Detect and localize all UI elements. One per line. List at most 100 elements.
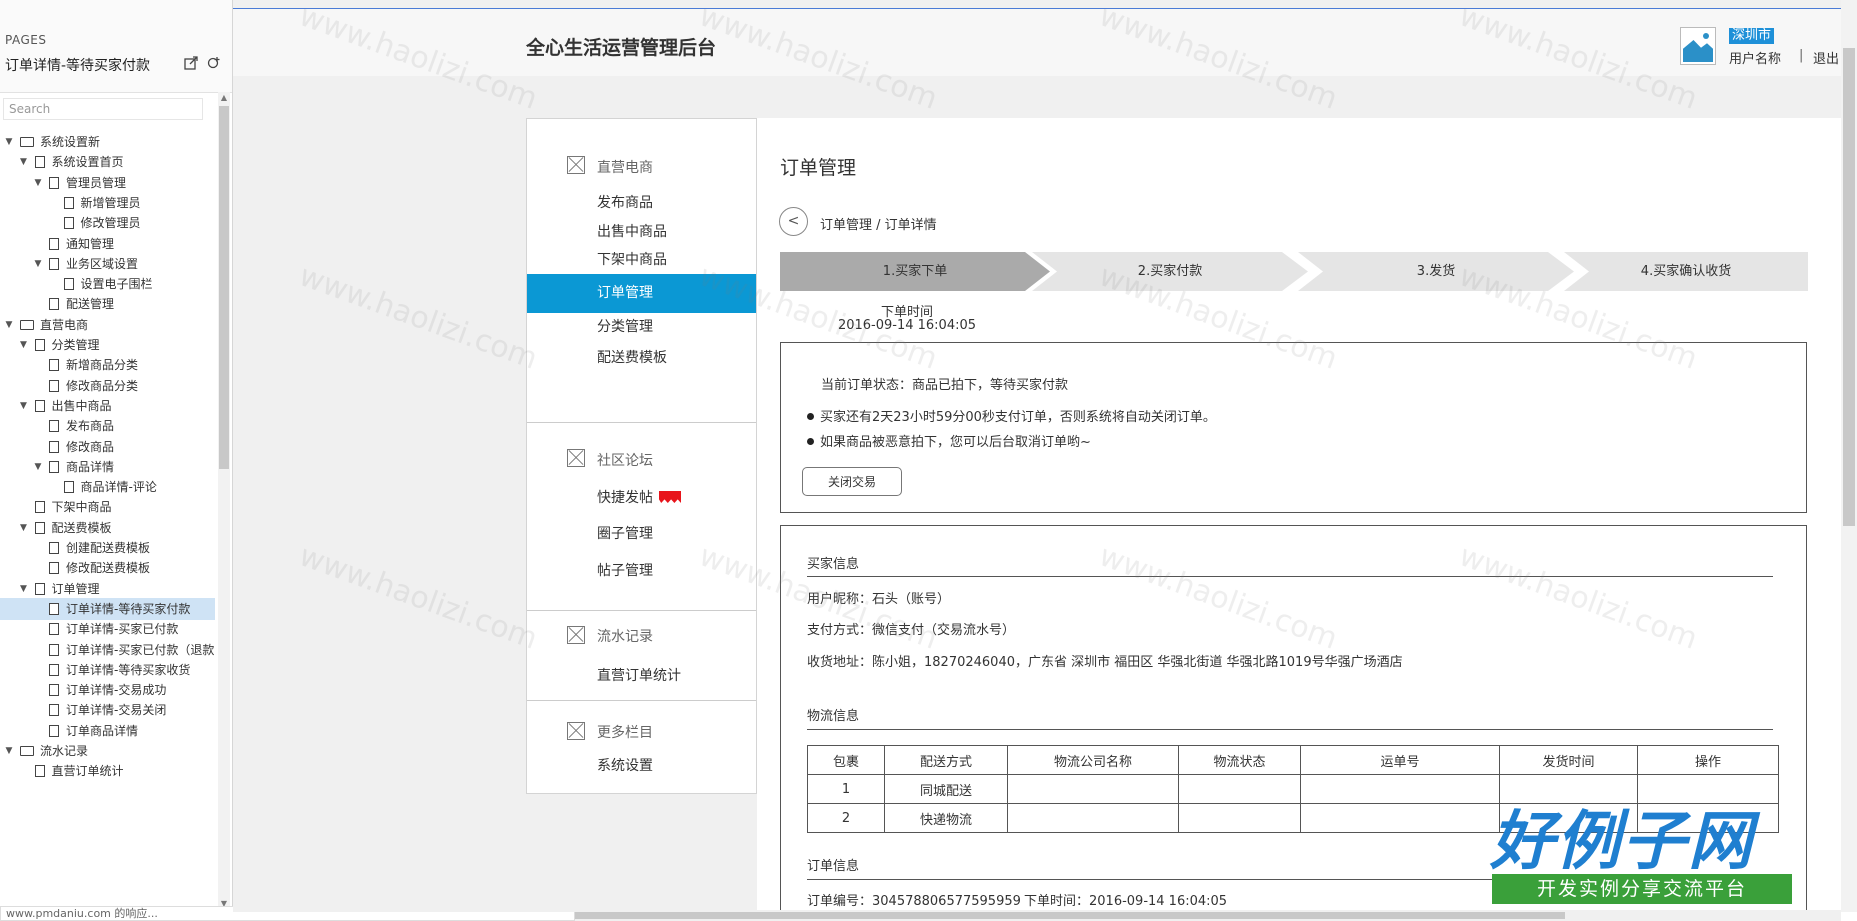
tree-page[interactable]: ▼ 出售中商品: [0, 395, 215, 417]
tree-page[interactable]: 直营订单统计: [0, 760, 215, 782]
main-vertical-scrollbar[interactable]: [1841, 0, 1857, 912]
tree-page[interactable]: 订单详情-买家已付款（退款: [0, 639, 215, 661]
tree-page[interactable]: 配送管理: [0, 293, 215, 315]
add-page-icon[interactable]: [207, 56, 221, 70]
logistics-table: 包裹 配送方式 物流公司名称 物流状态 运单号 发货时间 操作 1 同城配送 2…: [807, 745, 1779, 833]
table-cell: [1499, 803, 1638, 833]
tree-scroll-thumb[interactable]: [219, 106, 229, 469]
expand-toggle-icon[interactable]: ▼: [19, 151, 29, 173]
image-placeholder-icon: [567, 722, 585, 740]
tree-page[interactable]: 订单商品详情: [0, 720, 215, 742]
tree-item-label: 订单详情-买家已付款（退款: [66, 642, 215, 657]
tree-item-label: 直营电商: [40, 317, 89, 332]
scroll-up-icon[interactable]: ▲: [218, 92, 230, 104]
order-status-text: 当前订单状态：商品已拍下，等待买家付款: [821, 378, 1069, 393]
table-header-row: 包裹 配送方式 物流公司名称 物流状态 运单号 发货时间 操作: [807, 745, 1779, 775]
tree-page[interactable]: ▼ 管理员管理: [0, 172, 215, 194]
tree-item-label: 流水记录: [40, 744, 89, 758]
tree-item-label: 下架中商品: [51, 500, 112, 515]
tree-page[interactable]: 订单详情-交易成功: [0, 679, 215, 701]
breadcrumb: 订单管理 / 订单详情: [820, 218, 937, 233]
nav-item-off-shelf[interactable]: 下架中商品: [597, 249, 667, 269]
tree-page[interactable]: ▼ 订单管理: [0, 578, 215, 600]
tree-folder[interactable]: ▼ 直营电商: [0, 314, 215, 336]
nav-item-quick-post[interactable]: 快捷发帖: [597, 487, 681, 507]
tree-item-label: 商品详情-评论: [80, 480, 157, 495]
horizontal-scroll-thumb[interactable]: [575, 912, 1565, 919]
tree-page[interactable]: 新增管理员: [0, 192, 215, 214]
page-icon: [34, 501, 45, 514]
tree-scrollbar[interactable]: ▲ ▼: [218, 92, 230, 912]
table-cell: [1300, 803, 1500, 833]
back-button[interactable]: <: [779, 207, 808, 236]
city-selector-link[interactable]: 深圳市: [1729, 28, 1775, 44]
tree-page[interactable]: ▼ 业务区域设置: [0, 253, 215, 275]
expand-toggle-icon[interactable]: ▼: [19, 334, 29, 356]
page-icon: [49, 663, 59, 676]
tree-page[interactable]: 发布商品: [0, 415, 215, 437]
page-icon: [49, 562, 59, 575]
tree-item-label: 新增管理员: [80, 195, 141, 210]
main-horizontal-scrollbar[interactable]: [575, 910, 1841, 921]
page-icon: [49, 623, 59, 636]
expand-toggle-icon[interactable]: ▼: [19, 578, 29, 600]
tree-page[interactable]: 修改配送费模板: [0, 557, 215, 579]
tree-page[interactable]: 设置电子围栏: [0, 273, 215, 295]
tree-page[interactable]: ▼ 配送费模板: [0, 517, 215, 539]
tree-page[interactable]: 订单详情-等待买家付款: [0, 597, 215, 620]
table-cell: [1178, 803, 1301, 833]
nav-item-category[interactable]: 分类管理: [597, 316, 653, 336]
tree-item-label: 修改配送费模板: [66, 561, 151, 576]
tree-page[interactable]: 订单详情-交易关闭: [0, 699, 215, 721]
app-header: 全心生活运营管理后台 深圳市 用户名称 | 退出: [233, 9, 1841, 76]
nav-item-system-settings[interactable]: 系统设置: [597, 755, 653, 775]
page-search-input[interactable]: [3, 98, 203, 120]
export-icon[interactable]: [184, 56, 198, 70]
expand-toggle-icon[interactable]: ▼: [4, 314, 14, 336]
tree-page[interactable]: ▼ 系统设置首页: [0, 151, 215, 173]
expand-toggle-icon[interactable]: ▼: [33, 172, 43, 194]
nav-item-publish-product[interactable]: 发布商品: [597, 192, 653, 212]
nav-item-shipping-template[interactable]: 配送费模板: [597, 347, 667, 367]
nav-item-posts[interactable]: 帖子管理: [597, 560, 653, 580]
expand-toggle-icon[interactable]: ▼: [19, 395, 29, 417]
tree-page[interactable]: 创建配送费模板: [0, 537, 215, 559]
tree-page[interactable]: 新增商品分类: [0, 354, 215, 376]
close-trade-button[interactable]: 关闭交易: [802, 467, 902, 496]
tree-page[interactable]: 修改商品分类: [0, 375, 215, 397]
expand-toggle-icon[interactable]: ▼: [4, 131, 14, 153]
expand-toggle-icon[interactable]: ▼: [19, 517, 29, 539]
tree-page[interactable]: 订单详情-买家已付款: [0, 618, 215, 640]
tree-page[interactable]: 修改商品: [0, 436, 215, 458]
tree-page[interactable]: 下架中商品: [0, 496, 215, 518]
tree-folder[interactable]: ▼ 系统设置新: [0, 131, 215, 153]
status-bullet: 如果商品被恶意拍下，您可以后台取消订单哟~: [807, 431, 1091, 450]
tree-page[interactable]: 修改管理员: [0, 212, 215, 234]
table-cell: [1637, 803, 1779, 833]
main-scroll-thumb[interactable]: [1843, 48, 1855, 526]
expand-toggle-icon[interactable]: ▼: [33, 456, 43, 478]
tree-page[interactable]: ▼ 分类管理: [0, 334, 215, 356]
page-icon: [63, 196, 74, 209]
expand-toggle-icon[interactable]: ▼: [33, 253, 43, 275]
tree-item-label: 订单商品详情: [66, 723, 139, 738]
tree-page[interactable]: 订单详情-等待买家收货: [0, 659, 215, 681]
page-icon: [34, 156, 45, 169]
page-icon: [49, 643, 59, 656]
nav-item-on-sale[interactable]: 出售中商品: [597, 221, 667, 241]
prototype-canvas: 全心生活运营管理后台 深圳市 用户名称 | 退出 直营电商 发布商品 出售中商品…: [233, 0, 1841, 912]
tree-page[interactable]: 通知管理: [0, 233, 215, 255]
nav-item-order-stats[interactable]: 直营订单统计: [597, 665, 681, 685]
tree-page[interactable]: ▼ 商品详情: [0, 456, 215, 478]
user-name: 用户名称: [1729, 52, 1782, 67]
tree-folder[interactable]: ▼ 流水记录: [0, 740, 215, 762]
logout-link[interactable]: 退出: [1813, 48, 1839, 67]
nav-item-order-management[interactable]: 订单管理: [527, 274, 756, 313]
expand-toggle-icon[interactable]: ▼: [4, 740, 14, 762]
column-header: 物流公司名称: [1007, 745, 1179, 775]
tree-page[interactable]: 商品详情-评论: [0, 476, 215, 498]
nav-item-circles[interactable]: 圈子管理: [597, 523, 653, 543]
tree-item-label: 系统设置新: [40, 135, 101, 149]
column-header: 发货时间: [1499, 745, 1638, 775]
table-cell: 快递物流: [884, 803, 1008, 833]
